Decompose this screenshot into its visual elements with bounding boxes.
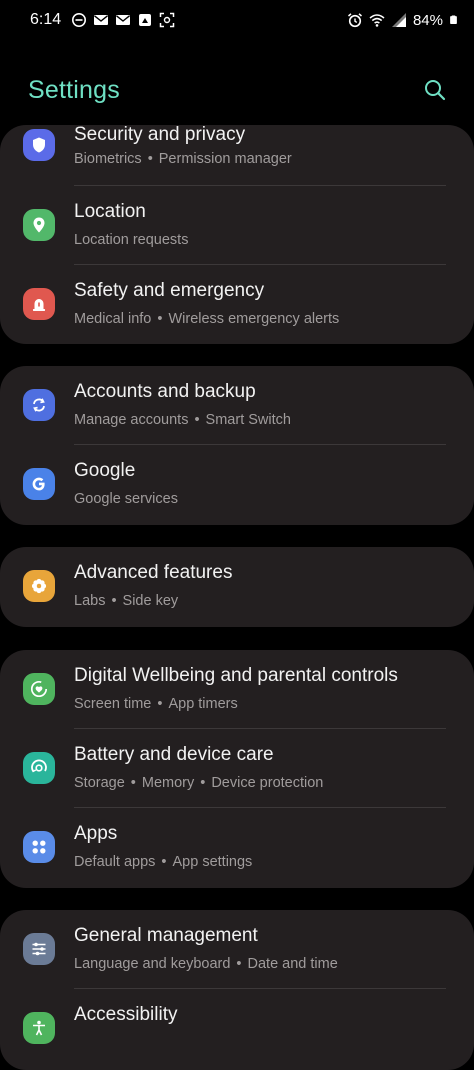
settings-item-digital-wellbeing[interactable]: Digital Wellbeing and parental controls … [0, 650, 474, 729]
item-subtitle: Storage • Memory • Device protection [74, 775, 324, 791]
settings-item-advanced-features[interactable]: Advanced features Labs • Side key [0, 547, 474, 626]
settings-item-general-management[interactable]: General management Language and keyboard… [0, 910, 474, 989]
location-pin-icon [33, 217, 45, 233]
settings-group-wellbeing: Digital Wellbeing and parental controls … [0, 650, 474, 888]
item-title: Google [74, 460, 136, 481]
email-icon-2 [116, 15, 131, 25]
do-not-disturb-icon [72, 13, 87, 27]
item-subtitle: Google services [74, 491, 178, 507]
sliders-icon [32, 942, 46, 956]
item-subtitle: Location requests [74, 232, 189, 248]
gear-flower-icon [31, 578, 47, 594]
settings-header: Settings [0, 62, 474, 118]
security-icon-tile [23, 129, 55, 161]
alarm-icon [347, 13, 362, 28]
search-button[interactable] [422, 77, 448, 103]
sync-icon [33, 398, 45, 412]
settings-group-security: Security and privacy Biometrics • Permissi… [0, 125, 474, 344]
item-title: Battery and device care [74, 744, 274, 765]
device-care-icon [31, 759, 47, 773]
email-icon [94, 15, 109, 25]
settings-item-apps[interactable]: Apps Default apps • App settings [0, 808, 474, 887]
settings-group-advanced: Advanced features Labs • Side key [0, 547, 474, 627]
settings-item-google[interactable]: Google Google services [0, 445, 474, 524]
battery-percentage: 84% [412, 11, 443, 29]
battery-icon [450, 15, 457, 24]
settings-item-security-and-privacy[interactable]: Security and privacy Biometrics • Permissi… [0, 125, 474, 186]
item-title: Digital Wellbeing and parental controls [74, 665, 398, 686]
accounts-icon-tile [23, 389, 55, 421]
item-title: Accessibility [74, 1004, 178, 1025]
item-title: Advanced features [74, 562, 233, 583]
advanced-icon-tile [23, 570, 55, 602]
item-title: Apps [74, 823, 118, 844]
status-left: 6:14 [30, 11, 175, 29]
item-subtitle: Default apps • App settings [74, 854, 253, 870]
accessibility-icon-tile [23, 1012, 55, 1044]
screenshot-notification-icon [139, 14, 152, 26]
settings-item-safety-and-emergency[interactable]: Safety and emergency Medical info • Wirele… [0, 265, 474, 344]
apps-grid-icon [32, 840, 46, 854]
shield-icon [33, 137, 45, 153]
settings-item-location[interactable]: Location Location requests [0, 186, 474, 265]
general-icon-tile [23, 933, 55, 965]
settings-item-battery-and-device-care[interactable]: Battery and device care Storage • Memory • D… [0, 729, 474, 808]
item-title: Safety and emergency [74, 280, 265, 301]
page-title: Settings [28, 75, 120, 104]
google-icon-tile [23, 468, 55, 500]
status-right: 84% [347, 12, 458, 29]
item-title: Security and privacy [74, 125, 246, 145]
wifi-icon [369, 14, 385, 27]
cell-signal-icon [391, 13, 406, 27]
item-subtitle: Screen time • App timers [74, 696, 238, 712]
item-subtitle: Biometrics • Permission manager [74, 151, 292, 167]
google-icon [32, 477, 45, 491]
search-icon [425, 80, 446, 101]
item-title: Accounts and backup [74, 381, 256, 402]
screen-capture-icon [159, 12, 175, 28]
settings-item-accounts-and-backup[interactable]: Accounts and backup Manage accounts • Smar… [0, 366, 474, 445]
settings-item-accessibility[interactable]: Accessibility [0, 989, 474, 1068]
wellbeing-heart-icon [30, 680, 48, 698]
item-subtitle: Manage accounts • Smart Switch [74, 412, 291, 428]
apps-icon-tile [23, 831, 55, 863]
device-care-icon-tile [23, 752, 55, 784]
safety-icon-tile [23, 288, 55, 320]
item-subtitle: Language and keyboard • Date and time [74, 956, 338, 972]
wellbeing-icon-tile [23, 673, 55, 705]
settings-group-general: General management Language and keyboard… [0, 910, 474, 1070]
siren-icon [33, 299, 45, 311]
status-time: 6:14 [30, 11, 62, 28]
item-subtitle: Labs • Side key [74, 593, 179, 609]
item-title: Location [74, 201, 146, 222]
accessibility-icon [33, 1020, 45, 1036]
status-bar: 6:14 84% [0, 0, 474, 40]
item-title: General management [74, 925, 258, 946]
settings-group-accounts: Accounts and backup Manage accounts • Smar… [0, 366, 474, 525]
item-subtitle: Medical info • Wireless emergency alerts [74, 311, 340, 327]
location-icon-tile [23, 209, 55, 241]
